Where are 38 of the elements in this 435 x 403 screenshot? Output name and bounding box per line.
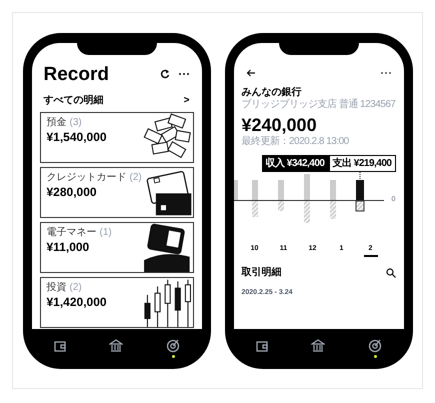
account-card[interactable]: クレジットカード (2) ¥280,000 [40,166,194,218]
balance: ¥240,000 [242,114,318,136]
branch-account: ブリッジブリッジ支店 普通 1234567 [242,99,396,112]
item-count: (2) [130,170,142,184]
last-updated: 最終更新：2020.2.8 13:00 [242,136,350,148]
bank-icon [311,339,326,353]
category-label: クレジットカード [46,170,126,184]
link-label: すべての明細 [44,94,104,108]
amount: ¥1,420,000 [46,294,107,310]
back-arrow-icon [246,68,256,76]
account-card[interactable]: 預金 (3) ¥1,540,000 [40,112,194,162]
item-count: (3) [70,116,82,130]
refresh-icon [160,69,170,79]
toggle-tab[interactable]: 収入 ¥342,400 [262,154,328,172]
amount: ¥11,000 [46,240,90,254]
amount: ¥1,540,000 [46,130,107,144]
target-icon [166,339,180,353]
section-title: 取引明細 [242,266,282,280]
account-card[interactable]: 電子マネー (1) ¥11,000 [40,222,194,272]
bank-name: みんなの銀行 [242,86,302,98]
target-icon [368,339,382,353]
wallet-icon [254,339,269,353]
item-count: (1) [100,226,112,240]
toggle-tab[interactable]: 支出 ¥219,400 [328,154,396,172]
item-count: (2) [70,280,82,294]
all-details-link[interactable]: すべての明細 > [32,92,202,108]
category-label: 預金 [46,116,66,130]
search-icon [386,268,396,278]
account-card[interactable]: 投資 (2) ¥1,420,000 [40,276,194,328]
bank-icon [109,339,124,353]
more-icon [178,72,190,76]
page-title: Record [44,64,109,84]
wallet-icon [52,339,67,353]
category-label: 電子マネー [46,226,96,240]
more-icon [380,70,392,74]
category-label: 投資 [46,280,66,294]
amount: ¥280,000 [46,184,98,200]
chevron-icon: > [184,92,190,108]
